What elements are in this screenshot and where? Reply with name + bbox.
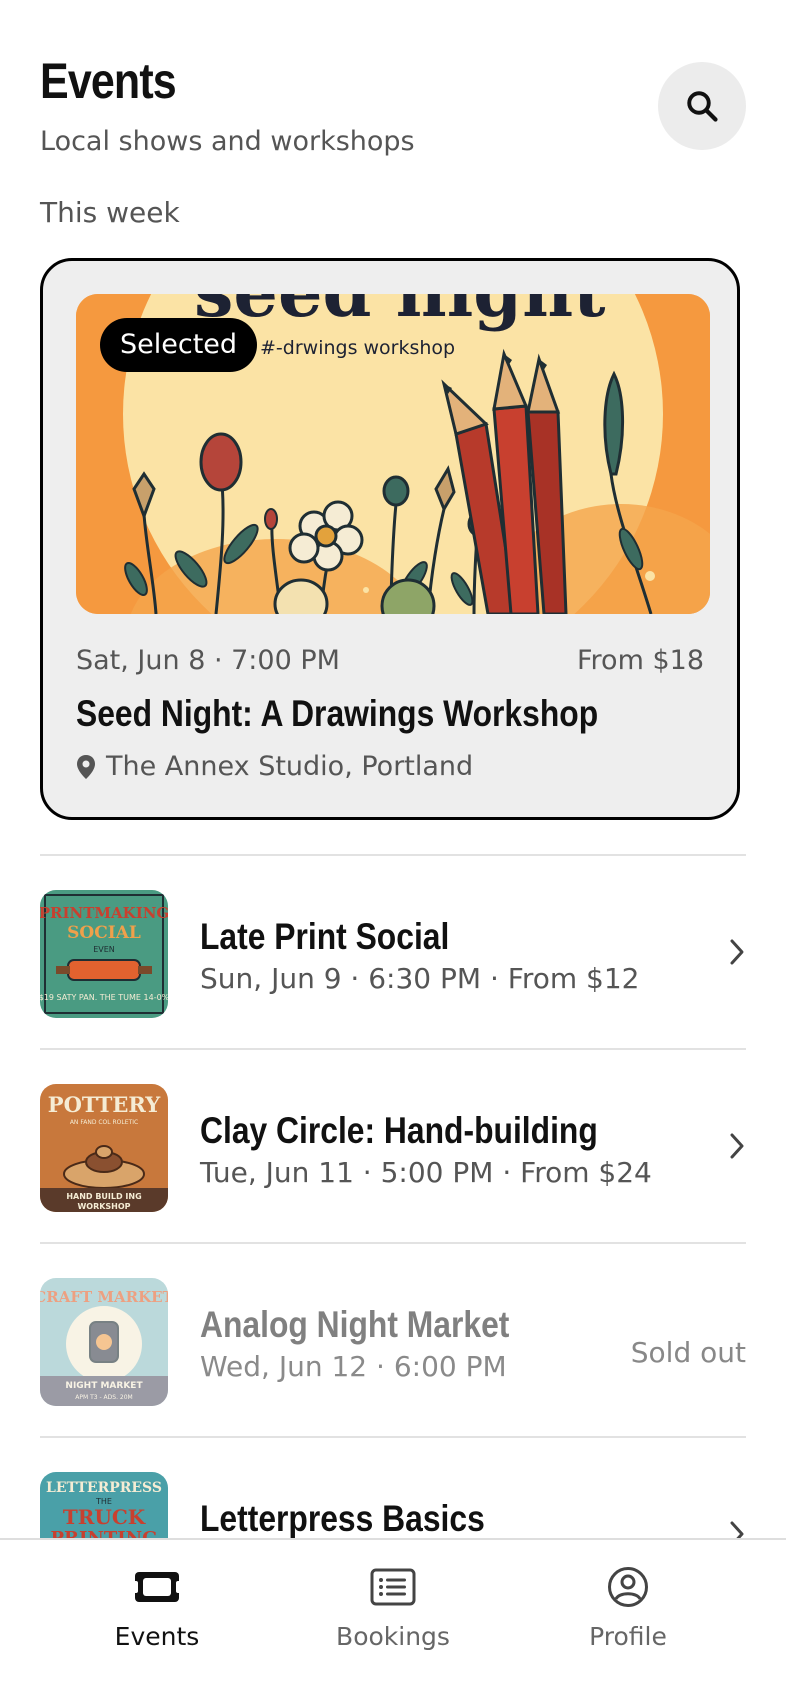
event-thumbnail: POTTERY AN FAND COL ROLETIC HAND BUILD I… — [40, 1084, 168, 1212]
tab-label: Bookings — [336, 1622, 450, 1651]
event-thumbnail: PRINTMAKING SOCIAL EVEN $19 SATY PAN. TH… — [40, 890, 168, 1018]
svg-text:TRUCK: TRUCK — [63, 1505, 146, 1529]
event-title: Late Print Social — [200, 916, 450, 957]
svg-text:WORKSHOP: WORKSHOP — [77, 1202, 130, 1211]
event-row-clay-circle[interactable]: POTTERY AN FAND COL ROLETIC HAND BUILD I… — [40, 1050, 746, 1242]
event-list: PRINTMAKING SOCIAL EVEN $19 SATY PAN. TH… — [40, 854, 746, 1630]
event-title: Analog Night Market — [200, 1304, 510, 1345]
chevron-right-icon — [730, 939, 744, 965]
svg-text:PRINTMAKING: PRINTMAKING — [40, 904, 168, 922]
tab-label: Events — [114, 1622, 200, 1651]
chevron-right-icon — [730, 1133, 744, 1159]
page-title: Events — [40, 53, 177, 109]
user-circle-icon — [608, 1567, 648, 1607]
event-meta: Wed, Jun 12 · 6:00 PM — [200, 1350, 507, 1383]
event-meta: Sun, Jun 9 · 6:30 PM · From $12 — [200, 962, 640, 995]
page-subtitle: Local shows and workshops — [40, 126, 415, 157]
featured-event-price: From $18 — [576, 645, 704, 676]
event-title: Clay Circle: Hand-building — [200, 1110, 598, 1151]
svg-text:HAND BUILD ING: HAND BUILD ING — [66, 1192, 141, 1201]
venue-label: The Annex Studio, Portland — [106, 751, 474, 782]
tab-profile[interactable]: Profile — [497, 1540, 759, 1704]
featured-event-date: Sat, Jun 8 · 7:00 PM — [76, 645, 340, 676]
section-label: This week — [40, 196, 180, 229]
header: Events Local shows and workshops — [40, 52, 746, 162]
search-button[interactable] — [658, 62, 746, 150]
ticket-icon — [133, 1572, 181, 1602]
svg-text:CRAFT MARKET: CRAFT MARKET — [40, 1288, 168, 1306]
event-meta: Tue, Jun 11 · 5:00 PM · From $24 — [200, 1156, 652, 1189]
location-pin-icon — [77, 754, 95, 779]
tab-label: Profile — [589, 1622, 667, 1651]
sold-out-label: Sold out — [630, 1336, 746, 1369]
featured-event-venue: The Annex Studio, Portland — [76, 751, 473, 782]
featured-event-title: Seed Night: A Drawings Workshop — [76, 693, 599, 734]
bottom-tab-bar: Events Bookings Profile — [0, 1538, 786, 1704]
tab-events[interactable]: Events — [26, 1540, 288, 1704]
tab-bookings[interactable]: Bookings — [262, 1540, 524, 1704]
list-icon — [370, 1568, 416, 1606]
svg-text:POTTERY: POTTERY — [48, 1092, 161, 1117]
svg-text:EVEN: EVEN — [93, 945, 115, 954]
event-thumbnail: CRAFT MARKET NIGHT MARKET APM T3 - ADS. … — [40, 1278, 168, 1406]
svg-text:NIGHT MARKET: NIGHT MARKET — [65, 1381, 143, 1391]
svg-text:$19 SATY PAN. THE TUME 14-0%: $19 SATY PAN. THE TUME 14-0% — [40, 993, 168, 1002]
selected-badge: Selected — [100, 318, 258, 372]
featured-event-card[interactable]: seed night #-drwings workshop — [40, 258, 740, 820]
svg-text:APM T3 - ADS. 20M: APM T3 - ADS. 20M — [75, 1394, 132, 1401]
event-row-analog-night-market[interactable]: CRAFT MARKET NIGHT MARKET APM T3 - ADS. … — [40, 1244, 746, 1436]
svg-text:LETTERPRESS: LETTERPRESS — [46, 1480, 162, 1496]
poster-title: seed night — [194, 294, 605, 333]
event-poster-image: seed night #-drwings workshop — [76, 294, 710, 614]
poster-subtitle: #-drwings workshop — [260, 337, 455, 359]
event-row-late-print-social[interactable]: PRINTMAKING SOCIAL EVEN $19 SATY PAN. TH… — [40, 856, 746, 1048]
svg-text:SOCIAL: SOCIAL — [67, 923, 141, 943]
event-title: Letterpress Basics — [200, 1498, 485, 1539]
search-icon — [687, 91, 718, 122]
svg-text:AN FAND COL ROLETIC: AN FAND COL ROLETIC — [70, 1119, 138, 1126]
